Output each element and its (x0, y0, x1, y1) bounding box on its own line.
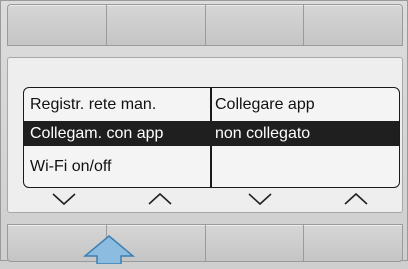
menu-row-label: Wi-Fi on/off (30, 158, 112, 175)
bottom-button-3[interactable] (204, 224, 304, 262)
chevron-down-icon (247, 191, 273, 207)
navigation-arrows (23, 189, 400, 211)
chevron-down-icon (51, 191, 77, 207)
menu-row[interactable]: Wi-Fi on/off (24, 154, 399, 179)
menu-row-selected[interactable]: Collegam. con app non collegato (24, 121, 399, 146)
bottom-button-row (7, 224, 403, 262)
pointer-arrow-icon (81, 234, 137, 265)
menu-row-label: Registr. rete man. (30, 96, 157, 113)
top-button-4[interactable] (303, 4, 403, 46)
menu-table: Registr. rete man. Collegare app Collega… (23, 87, 400, 188)
menu-row-value: Collegare app (215, 96, 315, 113)
chevron-up-icon (147, 191, 173, 207)
menu-row[interactable]: Registr. rete man. Collegare app (24, 92, 399, 117)
device-panel: Registr. rete man. Collegare app Collega… (0, 0, 408, 265)
top-button-2[interactable] (105, 4, 205, 46)
menu-row-label: Collegam. con app (30, 125, 164, 142)
menu-row-value: non collegato (215, 125, 311, 142)
top-button-3[interactable] (204, 4, 304, 46)
top-button-1[interactable] (7, 4, 106, 46)
top-button-row (7, 4, 403, 46)
chevron-up-icon (343, 191, 369, 207)
bottom-button-4[interactable] (303, 224, 403, 262)
